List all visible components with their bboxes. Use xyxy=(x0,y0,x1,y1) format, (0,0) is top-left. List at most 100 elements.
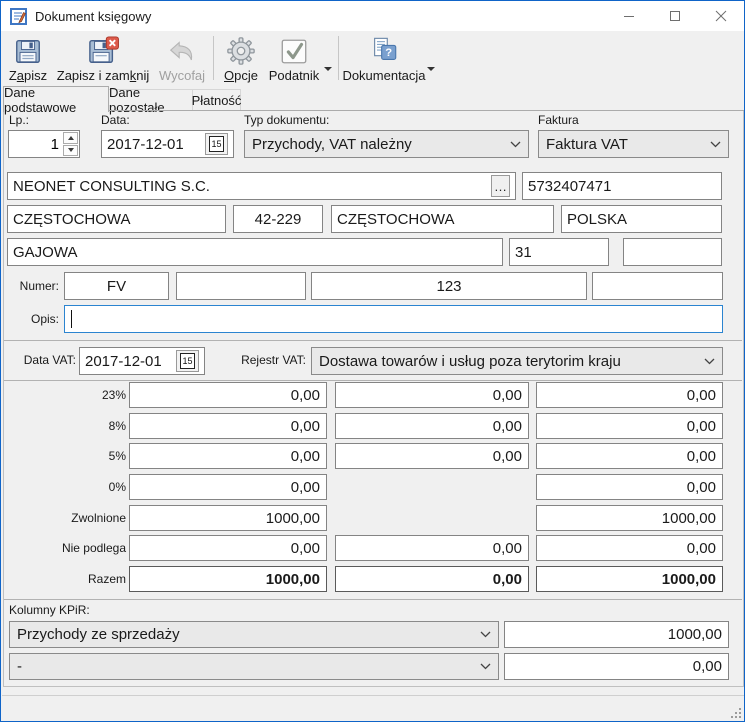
description-field[interactable] xyxy=(64,305,723,333)
down-arrow-icon xyxy=(68,148,74,152)
house-number-field[interactable]: 31 xyxy=(509,238,609,266)
lp-label: Lp.: xyxy=(9,113,29,127)
vat-rate-0-label: 0% xyxy=(11,480,126,494)
toolbar: Zapisz Zapisz i zamknij Wycofaj xyxy=(2,31,743,86)
invoice-type-select[interactable]: Faktura VAT xyxy=(538,130,729,158)
save-button[interactable]: Zapisz xyxy=(4,31,52,86)
postal-code-field[interactable]: 42-229 xyxy=(233,205,323,233)
save-icon xyxy=(13,36,43,66)
options-button[interactable]: Opcje xyxy=(217,31,265,86)
vat-exempt-net-input[interactable]: 1000,00 xyxy=(129,505,327,531)
vat-date-label: Data VAT: xyxy=(7,353,76,367)
vat-notsubject-vat-input[interactable]: 0,00 xyxy=(335,535,529,561)
separator xyxy=(4,340,742,341)
nip-field[interactable]: 5732407471 xyxy=(522,172,722,200)
minimize-icon xyxy=(623,10,635,22)
date-calendar-button[interactable]: 15 xyxy=(205,133,228,155)
vat-exempt-gross-input[interactable]: 1000,00 xyxy=(536,505,723,531)
date-field[interactable]: 2017-12-01 15 xyxy=(101,130,234,158)
kpir-column-2-amount-input[interactable]: 0,00 xyxy=(504,653,729,680)
kpir-column-1-amount-input[interactable]: 1000,00 xyxy=(504,621,729,648)
vat-rate-8-label: 8% xyxy=(11,419,126,433)
city-field[interactable]: CZĘSTOCHOWA xyxy=(7,205,226,233)
vat-register-select[interactable]: Dostawa towarów i usług poza terytorim k… xyxy=(311,347,723,375)
taxpayer-button[interactable]: Podatnik xyxy=(265,31,323,86)
apartment-number-field[interactable] xyxy=(623,238,722,266)
vat-date-calendar-button[interactable]: 15 xyxy=(176,350,199,372)
save-and-close-button[interactable]: Zapisz i zamknij xyxy=(52,31,154,86)
documentation-button[interactable]: ? Dokumentacja xyxy=(342,31,426,86)
vat-5-net-input[interactable]: 0,00 xyxy=(129,443,327,469)
resize-grip[interactable] xyxy=(731,708,741,718)
window: Dokument księgowy Zapisz xyxy=(0,0,745,722)
vat-23-gross-input[interactable]: 0,00 xyxy=(536,382,723,408)
contractor-name-field[interactable]: NEONET CONSULTING S.C. … xyxy=(7,172,516,200)
invoice-label: Faktura xyxy=(538,113,579,127)
maximize-icon xyxy=(669,10,681,22)
document-type-label: Typ dokumentu: xyxy=(244,113,329,127)
checkmark-icon xyxy=(279,36,309,66)
vat-total-vat-value: 0,00 xyxy=(335,566,529,592)
lp-down-button[interactable] xyxy=(63,145,78,157)
vat-date-field[interactable]: 2017-12-01 15 xyxy=(79,347,205,375)
vat-notsubject-net-input[interactable]: 0,00 xyxy=(129,535,327,561)
document-type-select[interactable]: Przychody, VAT należny xyxy=(244,130,529,158)
text-caret xyxy=(71,310,72,328)
lp-stepper[interactable]: 1 xyxy=(8,130,80,158)
lp-up-button[interactable] xyxy=(63,132,78,144)
app-icon xyxy=(10,8,27,25)
vat-8-vat-input[interactable]: 0,00 xyxy=(335,413,529,439)
calendar-icon: 15 xyxy=(209,136,224,152)
tabstrip-line xyxy=(3,110,744,111)
number-part1-field[interactable]: FV xyxy=(64,272,169,300)
kpir-columns-label: Kolumny KPiR: xyxy=(9,603,90,617)
vat-notsubject-gross-input[interactable]: 0,00 xyxy=(536,535,723,561)
minimize-button[interactable] xyxy=(606,1,652,31)
close-icon xyxy=(715,10,727,22)
tab-platnosc[interactable]: Płatność xyxy=(193,89,241,110)
titlebar: Dokument księgowy xyxy=(1,1,744,31)
vat-5-gross-input[interactable]: 0,00 xyxy=(536,443,723,469)
documentation-dropdown-arrow[interactable] xyxy=(427,67,435,75)
number-part4-field[interactable] xyxy=(592,272,723,300)
vat-5-vat-input[interactable]: 0,00 xyxy=(335,443,529,469)
vat-0-net-input[interactable]: 0,00 xyxy=(129,474,327,500)
description-label: Opis: xyxy=(11,312,59,326)
country-field[interactable]: POLSKA xyxy=(561,205,722,233)
vat-notsubject-label: Nie podlega xyxy=(11,541,126,555)
toolbar-separator xyxy=(338,36,339,80)
chevron-down-icon xyxy=(480,631,491,638)
vat-23-net-input[interactable]: 0,00 xyxy=(129,382,327,408)
chevron-down-icon xyxy=(510,141,521,148)
vat-8-gross-input[interactable]: 0,00 xyxy=(536,413,723,439)
svg-text:?: ? xyxy=(385,47,392,59)
chevron-down-icon xyxy=(480,663,491,670)
separator xyxy=(4,599,742,600)
street-field[interactable]: GAJOWA xyxy=(7,238,503,266)
vat-8-net-input[interactable]: 0,00 xyxy=(129,413,327,439)
number-part3-field[interactable]: 123 xyxy=(311,272,587,300)
tab-dane-pozostale[interactable]: Dane pozostałe xyxy=(109,89,193,110)
tab-dane-podstawowe[interactable]: Dane podstawowe xyxy=(3,86,109,112)
up-arrow-icon xyxy=(68,136,74,140)
calendar-icon: 15 xyxy=(180,353,195,369)
maximize-button[interactable] xyxy=(652,1,698,31)
taxpayer-dropdown-arrow[interactable] xyxy=(324,67,332,75)
vat-23-vat-input[interactable]: 0,00 xyxy=(335,382,529,408)
undo-button: Wycofaj xyxy=(154,31,210,86)
kpir-column-2-select[interactable]: - xyxy=(9,653,499,680)
kpir-column-1-select[interactable]: Przychody ze sprzedaży xyxy=(9,621,499,648)
vat-exempt-label: Zwolnione xyxy=(11,511,126,525)
lp-value[interactable]: 1 xyxy=(9,131,62,157)
ellipsis-icon: … xyxy=(494,179,507,194)
vat-total-label: Razem xyxy=(11,572,126,586)
save-close-icon xyxy=(87,36,119,66)
vat-total-net-value: 1000,00 xyxy=(129,566,327,592)
close-button[interactable] xyxy=(698,1,744,31)
contractor-lookup-button[interactable]: … xyxy=(491,175,510,197)
chevron-down-icon xyxy=(710,141,721,148)
post-office-field[interactable]: CZĘSTOCHOWA xyxy=(331,205,554,233)
vat-0-gross-input[interactable]: 0,00 xyxy=(536,474,723,500)
number-part2-field[interactable] xyxy=(176,272,306,300)
vat-register-label: Rejestr VAT: xyxy=(229,353,306,367)
